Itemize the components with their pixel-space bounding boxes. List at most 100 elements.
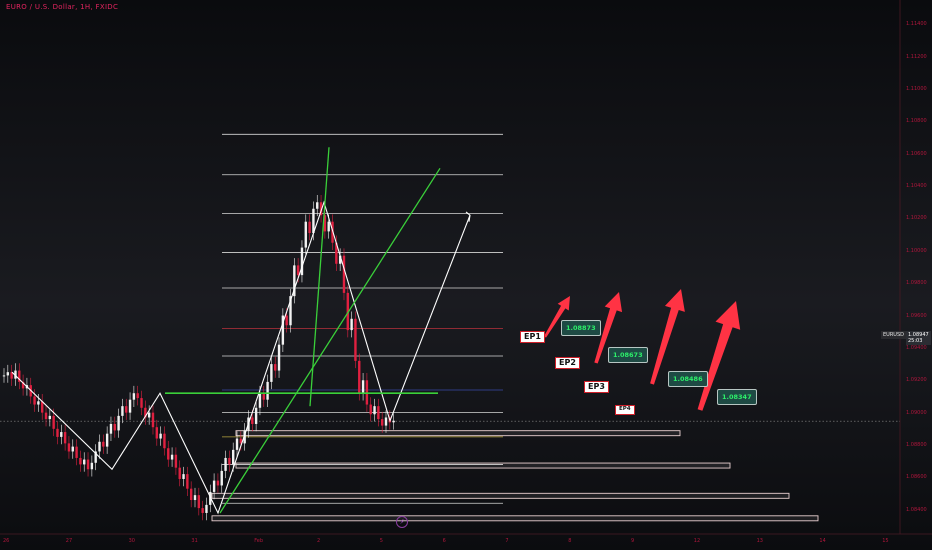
candle-body [90,462,94,470]
time-tick: 14 [819,538,826,544]
price-tick: 1.11200 [906,53,927,60]
candle-body [186,474,189,489]
candle-body [212,480,216,492]
entry-zone [211,492,790,499]
candle-body [117,415,120,431]
candle-body [316,202,319,209]
candle-body [125,406,128,413]
price-tick: 1.09000 [906,409,927,416]
candle-body [304,221,307,248]
entry-zone [235,430,681,437]
candle-body [109,423,113,434]
chart-title: EURO / U.S. Dollar, 1H, FXIDC [6,3,119,11]
entry-price-callout: 1.08673 [608,347,648,363]
candle-body [182,474,185,479]
candle-body [136,393,139,399]
candle-body [274,364,277,371]
candle-body [155,427,158,439]
candle-body [228,457,231,465]
time-tick: 2 [317,538,321,544]
price-tick: 1.11400 [906,21,927,28]
candle-body [358,360,361,394]
candle-body [83,459,86,465]
candle-body [296,265,300,276]
candle-body [113,423,116,431]
candle-body [224,457,227,471]
time-tick: 9 [631,538,635,544]
entry-point-label: EP4 [615,405,635,415]
candle-body [270,364,273,382]
candle-body [98,441,101,452]
candle-body [56,428,59,437]
price-tick: 1.10800 [906,118,927,125]
price-tick: 1.10200 [906,215,927,222]
time-tick: 7 [505,538,509,544]
candle-body [373,406,376,415]
candle-body [392,420,395,423]
candle-body [67,443,71,452]
candle-body [232,449,235,465]
candle-body [235,438,239,450]
candle-body [380,419,384,426]
candle-body [216,480,220,486]
candle-body [377,406,380,420]
candle-body [201,508,204,513]
candle-body [79,457,82,465]
candle-body [170,454,174,460]
price-tick: 1.10400 [906,183,927,190]
candle-body [75,446,78,458]
candle-body [63,432,67,444]
time-tick: 30 [128,538,135,544]
candle-body [220,470,223,486]
candle-body [102,441,105,447]
entry-price-callout: 1.08347 [717,389,757,405]
candle-body [147,412,151,418]
candle-body [308,221,311,234]
candle-body [277,344,281,371]
candle-body [197,495,201,509]
candle-body [354,318,357,361]
entry-point-label: EP3 [584,381,609,393]
time-tick: 26 [3,538,10,544]
candle-body [132,393,136,400]
price-tick: 1.09400 [906,344,927,351]
candle-body [251,417,254,424]
price-tick: 1.10600 [906,150,927,157]
entry-zone [235,462,731,469]
symbol-badge: EURUSD [881,331,906,339]
time-tick: 27 [65,538,73,544]
candle-body [105,433,109,447]
time-tick: 6 [442,538,446,544]
candle-body [361,380,365,394]
time-tick: 31 [191,538,198,544]
candle-body [86,459,90,470]
lightning-icon[interactable]: ⚡ [396,516,408,528]
time-tick: 12 [693,538,701,544]
candle-body [163,433,166,449]
candle-body [262,393,265,400]
price-tick: 1.10000 [906,247,927,254]
candle-body [48,415,52,420]
bar-countdown: 25:03 [908,338,923,344]
candle-body [71,446,74,452]
price-tick: 1.09600 [906,312,927,319]
candle-body [285,315,288,326]
candle-body [178,467,181,479]
candle-body [350,318,353,331]
time-axis[interactable]: 26 27 30 31 Feb 2 5 6 7 8 9 12 13 14 15 [0,534,932,550]
price-chart[interactable] [0,0,932,550]
candle-body [258,393,262,408]
price-tick: 1.09200 [906,377,927,384]
candle-body [266,381,269,400]
entry-point-label: EP2 [555,357,580,369]
candle-body [365,380,369,405]
time-tick: Feb [254,538,264,544]
candle-body [140,398,143,408]
price-axis[interactable]: 1.08400 1.08600 1.08800 1.09000 1.09200 1.094… [900,0,932,534]
price-tick: 1.08400 [906,506,927,513]
candle-body [167,448,170,460]
time-tick: 8 [568,538,572,544]
entry-point-label: EP1 [520,331,545,343]
price-tick: 1.08600 [906,474,927,481]
chart-stage[interactable]: EURO / U.S. Dollar, 1H, FXIDC 1.08400 1.0… [0,0,932,550]
